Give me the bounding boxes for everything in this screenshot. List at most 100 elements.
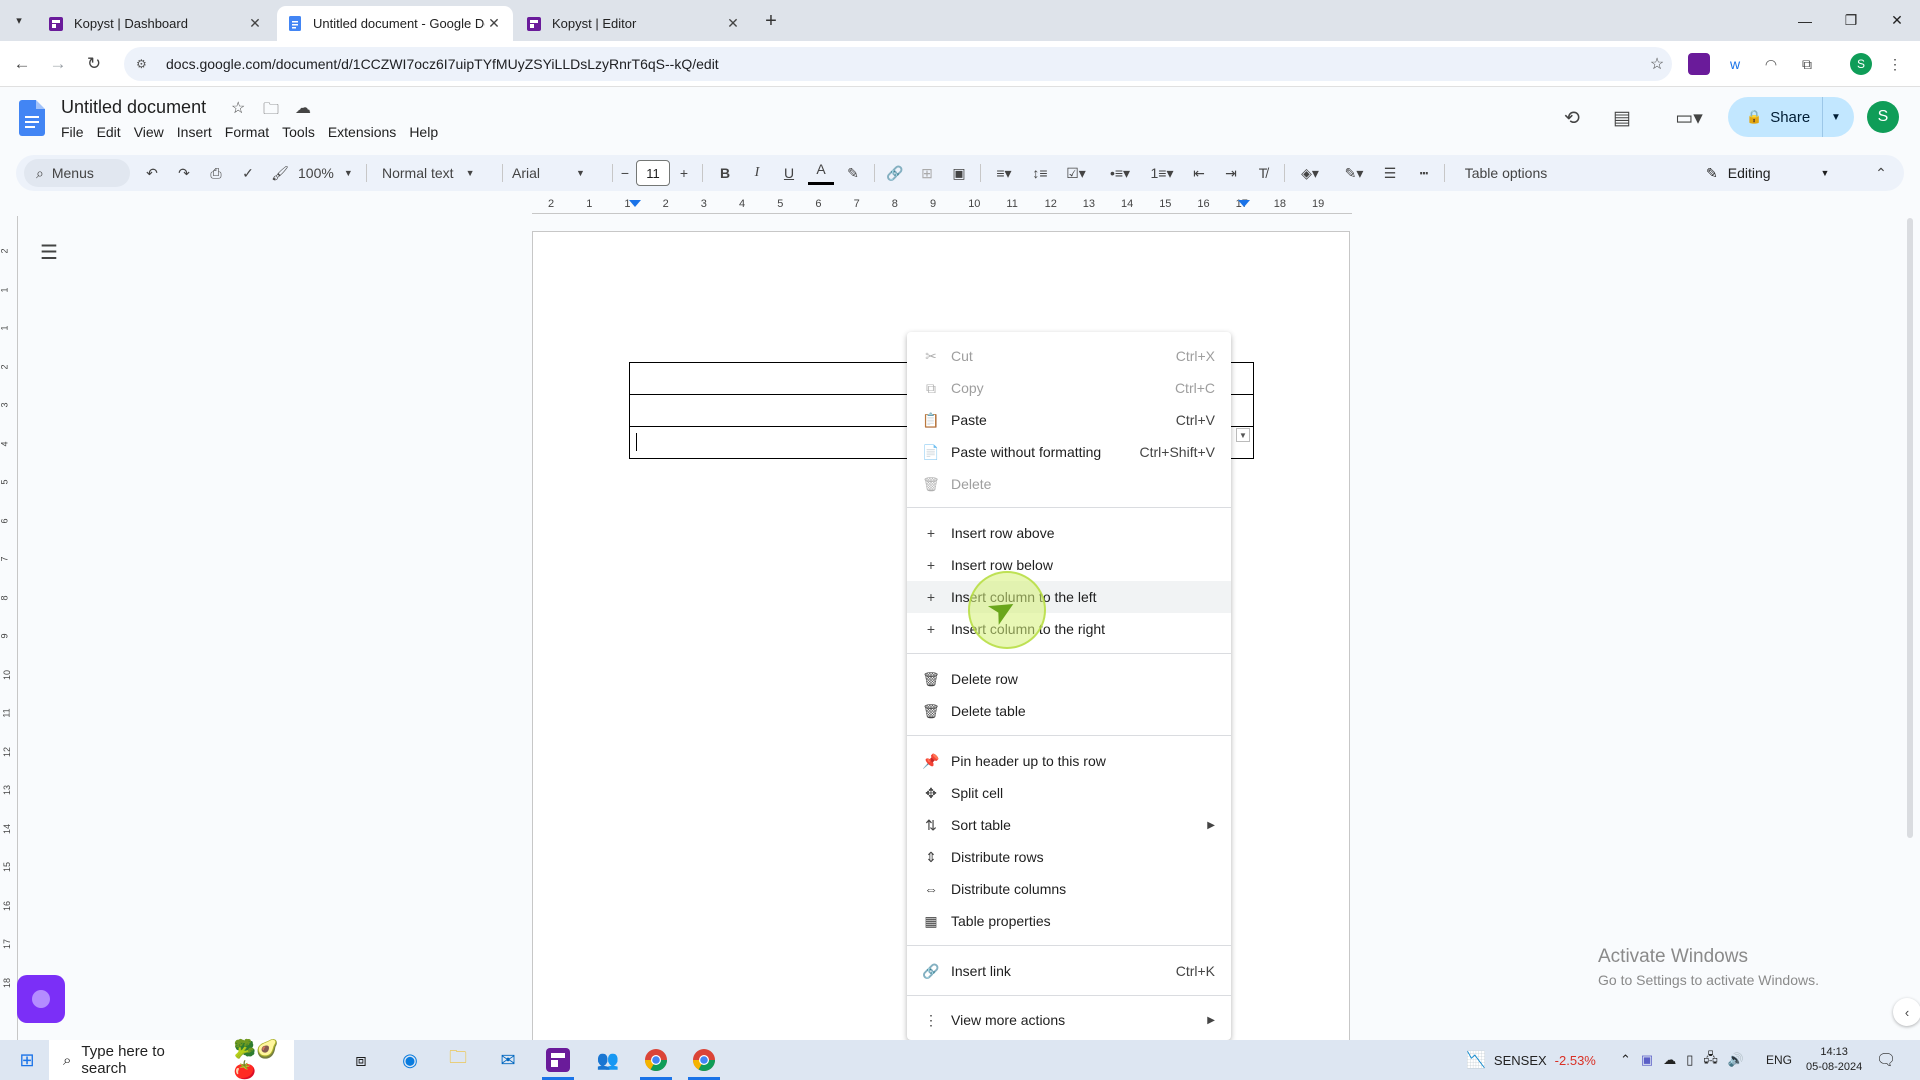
url-field[interactable]: ⚙ docs.google.com/document/d/1CCZWI7ocz6… <box>124 47 1672 81</box>
ctx-sort-table[interactable]: ⇅ Sort table ▶ <box>907 809 1231 841</box>
teams-tray-icon[interactable]: ▣ <box>1641 1052 1653 1068</box>
star-icon[interactable]: ☆ <box>231 98 245 118</box>
undo-icon[interactable]: ↶ <box>138 155 166 191</box>
taskbar-search-field[interactable]: ⌕ Type here to search 🥦🥑🍅 <box>49 1039 294 1080</box>
add-comment-icon[interactable]: ⊞ <box>914 155 940 191</box>
account-avatar[interactable]: S <box>1867 101 1899 133</box>
ctx-cut[interactable]: ✂ Cut Ctrl+X <box>907 340 1231 372</box>
font-size-field[interactable]: 11 <box>636 160 670 186</box>
italic-icon[interactable]: I <box>744 155 770 191</box>
document-title[interactable]: Untitled document <box>61 97 206 118</box>
ctx-insert-column-right[interactable]: + Insert column to the right <box>907 613 1231 645</box>
reload-icon[interactable]: ↻ <box>80 50 108 78</box>
line-spacing-icon[interactable]: ↕≡ <box>1026 155 1054 191</box>
cell-options-chevron-icon[interactable]: ▼ <box>1236 428 1250 442</box>
ctx-paste-without-formatting[interactable]: 📄 Paste without formatting Ctrl+Shift+V <box>907 436 1231 468</box>
tab-kopyst-dashboard[interactable]: Kopyst | Dashboard ✕ <box>38 6 274 41</box>
border-width-icon[interactable]: ☰ <box>1376 155 1404 191</box>
tab-kopyst-editor[interactable]: Kopyst | Editor ✕ <box>516 6 752 41</box>
task-view-icon[interactable]: ⧈ <box>346 1040 376 1080</box>
vertical-ruler[interactable]: 2 1 1 2 3 4 5 6 7 8 9 10 11 12 13 14 15 16 17 18 <box>0 216 18 1040</box>
ctx-pin-header[interactable]: 📌 Pin header up to this row <box>907 745 1231 777</box>
onedrive-cloud-icon[interactable]: ☁ <box>1663 1052 1676 1068</box>
scrollbar-thumb[interactable] <box>1907 218 1913 838</box>
ctx-insert-column-left[interactable]: + Insert column to the left <box>907 581 1231 613</box>
cloud-status-icon[interactable]: ☁ <box>295 98 311 118</box>
menu-format[interactable]: Format <box>225 124 269 140</box>
chrome-profile-s-icon[interactable] <box>684 1040 724 1080</box>
assistant-launcher-button[interactable] <box>17 975 65 1023</box>
left-indent-marker-icon[interactable] <box>629 200 641 207</box>
ctx-insert-row-below[interactable]: + Insert row below <box>907 549 1231 581</box>
show-hidden-icons-chevron-icon[interactable]: ⌃ <box>1620 1052 1631 1068</box>
bulleted-list-icon[interactable]: •≡▾ <box>1102 155 1138 191</box>
ctx-copy[interactable]: ⧉ Copy Ctrl+C <box>907 372 1231 404</box>
menus-search-button[interactable]: ⌕ Menus <box>24 159 130 187</box>
close-tab-icon[interactable]: ✕ <box>246 15 264 33</box>
ctx-insert-row-above[interactable]: + Insert row above <box>907 517 1231 549</box>
kopyst-taskbar-icon[interactable] <box>538 1040 578 1080</box>
file-explorer-icon[interactable]: 🗀 <box>442 1040 474 1080</box>
share-button[interactable]: 🔒 Share ▼ <box>1728 97 1854 137</box>
increase-font-size-icon[interactable]: + <box>674 155 694 191</box>
minimize-window-icon[interactable]: — <box>1782 0 1828 41</box>
highlight-color-icon[interactable]: ✎ <box>840 155 866 191</box>
menu-extensions[interactable]: Extensions <box>328 124 396 140</box>
decrease-indent-icon[interactable]: ⇤ <box>1186 155 1212 191</box>
mail-icon[interactable]: ✉ <box>492 1040 524 1080</box>
numbered-list-icon[interactable]: 1≡▾ <box>1144 155 1180 191</box>
ctx-paste[interactable]: 📋 Paste Ctrl+V <box>907 404 1231 436</box>
new-tab-button[interactable]: + <box>757 8 785 34</box>
word-extension-icon[interactable]: w <box>1724 53 1746 75</box>
underline-icon[interactable]: U <box>776 155 802 191</box>
bookmark-star-icon[interactable]: ☆ <box>1642 54 1672 74</box>
share-dropdown-chevron-icon[interactable]: ▼ <box>1831 112 1841 123</box>
border-dash-icon[interactable]: ┅ <box>1410 155 1438 191</box>
menu-tools[interactable]: Tools <box>282 124 315 140</box>
increase-indent-icon[interactable]: ⇥ <box>1218 155 1244 191</box>
meet-video-icon[interactable]: ▭▾ <box>1666 104 1712 132</box>
browser-menu-icon[interactable]: ⋮ <box>1884 53 1906 75</box>
vertical-scrollbar[interactable] <box>1906 218 1914 838</box>
menu-file[interactable]: File <box>61 124 84 140</box>
language-indicator[interactable]: ENG <box>1766 1040 1792 1080</box>
extension-arc-icon[interactable]: ◠ <box>1760 53 1782 75</box>
teams-icon[interactable]: 👥 <box>588 1040 628 1080</box>
back-icon[interactable]: ← <box>8 50 36 78</box>
ctx-view-more-actions[interactable]: ⋮ View more actions ▶ <box>907 1004 1231 1036</box>
decrease-font-size-icon[interactable]: − <box>616 155 634 191</box>
text-color-icon[interactable]: A <box>808 155 834 185</box>
font-family-select[interactable]: Arial ▼ <box>512 155 606 191</box>
edge-browser-icon[interactable]: ◉ <box>394 1040 426 1080</box>
menu-edit[interactable]: Edit <box>97 124 121 140</box>
comments-icon[interactable]: ▤ <box>1604 104 1640 132</box>
ctx-split-cell[interactable]: ✥ Split cell <box>907 777 1231 809</box>
close-tab-icon[interactable]: ✕ <box>485 15 503 33</box>
ctx-table-properties[interactable]: ▦ Table properties <box>907 905 1231 937</box>
print-icon[interactable]: ⎙ <box>202 155 230 191</box>
network-icon[interactable]: 🖧 <box>1703 1049 1718 1071</box>
horizontal-ruler[interactable]: 2 1 1 2 3 4 5 6 7 8 9 10 11 12 13 14 15 16 17 18 19 <box>532 198 1352 214</box>
hide-menus-chevron-up-icon[interactable]: ⌃ <box>1866 155 1896 191</box>
ctx-delete-row[interactable]: 🗑 Delete row <box>907 663 1231 695</box>
stock-widget[interactable]: 📉 SENSEX -2.53% <box>1466 1040 1596 1080</box>
restore-window-icon[interactable]: ❐ <box>1828 0 1874 41</box>
spellcheck-icon[interactable]: ✓ <box>234 155 262 191</box>
windows-start-icon[interactable]: ⊞ <box>8 1040 46 1080</box>
chrome-profile-a-icon[interactable] <box>636 1040 676 1080</box>
border-color-icon[interactable]: ✎▾ <box>1336 155 1372 191</box>
google-docs-logo-icon[interactable] <box>19 100 45 136</box>
forward-icon[interactable]: → <box>44 50 72 78</box>
paragraph-style-select[interactable]: Normal text ▼ <box>382 155 496 191</box>
ctx-distribute-columns[interactable]: ⇔ Distribute columns <box>907 873 1231 905</box>
extensions-puzzle-icon[interactable]: ⧉ <box>1796 53 1818 75</box>
editing-mode-select[interactable]: ✎ Editing ▼ <box>1706 155 1856 191</box>
close-tab-icon[interactable]: ✕ <box>724 15 742 33</box>
ctx-delete-table[interactable]: 🗑 Delete table <box>907 695 1231 727</box>
menu-insert[interactable]: Insert <box>177 124 212 140</box>
document-outline-icon[interactable]: ☰ <box>40 240 58 265</box>
kopyst-extension-icon[interactable] <box>1688 53 1710 75</box>
insert-image-icon[interactable]: ▣ <box>946 155 972 191</box>
side-panel-expand-chevron-icon[interactable]: ‹ <box>1893 998 1920 1026</box>
tab-google-doc[interactable]: Untitled document - Google Do ✕ <box>277 6 513 41</box>
